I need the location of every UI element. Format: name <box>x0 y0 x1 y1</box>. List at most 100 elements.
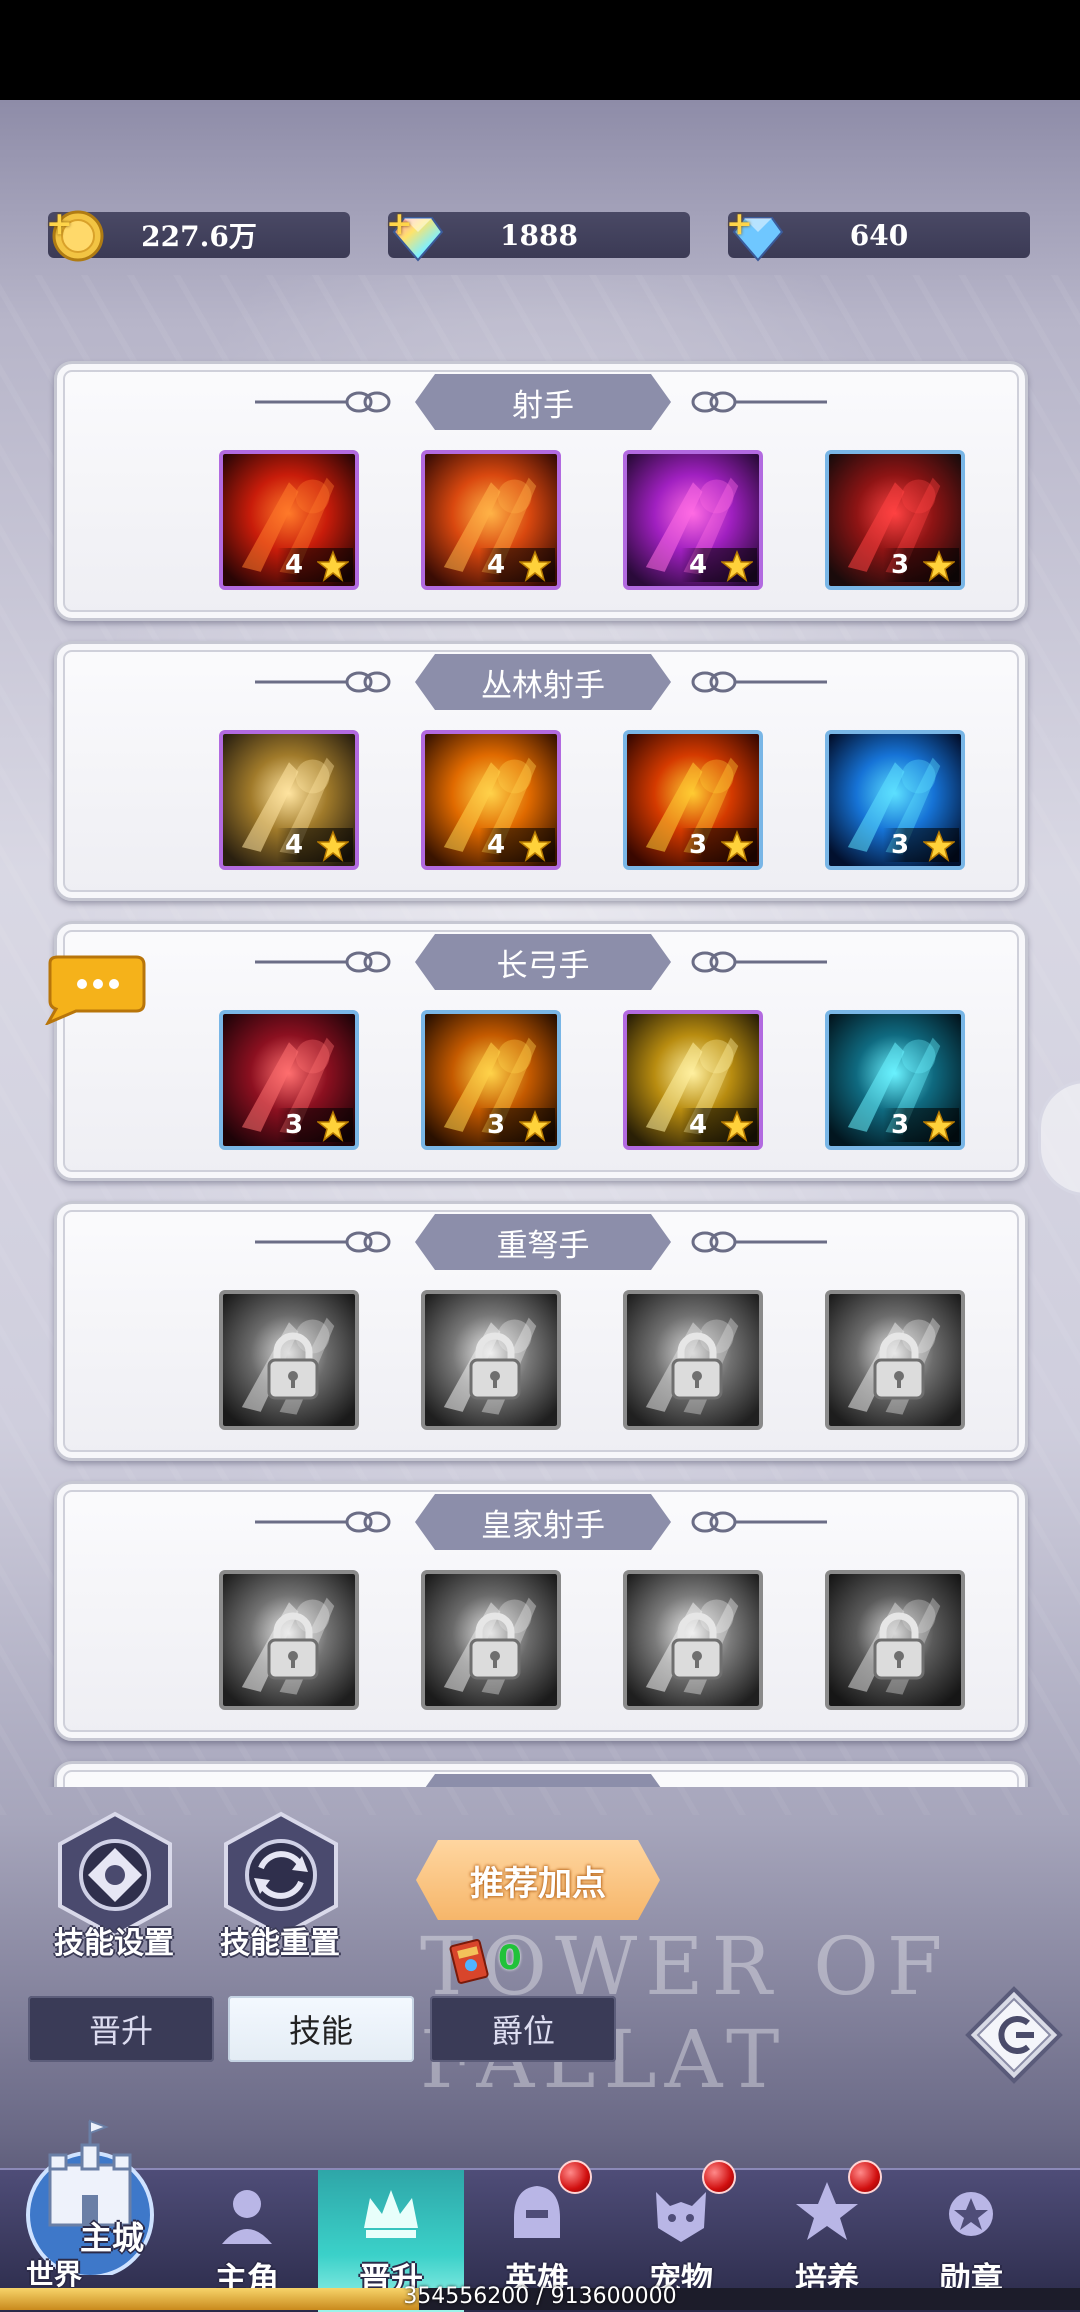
status-bar <box>0 0 1080 100</box>
star-icon <box>721 550 753 582</box>
star-icon <box>721 830 753 862</box>
lock-icon <box>267 1332 319 1400</box>
currency-gold[interactable]: +227.6万 <box>46 204 350 262</box>
skill-slot[interactable] <box>825 1570 965 1710</box>
category-header: 皇家射手 <box>57 1494 1025 1550</box>
skill-slot[interactable]: 3 <box>623 730 763 870</box>
currency-value: 640 <box>849 218 909 252</box>
skill-book-icon <box>449 1939 489 1984</box>
category-title: 皇家射手 <box>415 1494 671 1550</box>
notification-badge <box>848 2160 882 2194</box>
notification-badge <box>702 2160 736 2194</box>
exp-text: 354556200 / 913600000 <box>403 2284 677 2309</box>
skill-row: 3343 <box>163 1010 965 1156</box>
currency-value: 1888 <box>500 218 578 252</box>
lock-icon <box>469 1612 521 1680</box>
ornament-icon <box>255 1231 391 1253</box>
skill-slot[interactable] <box>623 1290 763 1430</box>
tab-skills[interactable]: 技能 <box>228 1996 414 2062</box>
star-icon <box>317 830 349 862</box>
currency-rainbow-gem[interactable]: +1888 <box>386 204 690 262</box>
ornament-icon <box>691 1231 827 1253</box>
star-icon <box>721 1110 753 1142</box>
category-header: 丛林射手 <box>57 654 1025 710</box>
skill-slot[interactable] <box>421 1570 561 1710</box>
tab-promotion[interactable]: 晋升 <box>28 1996 214 2062</box>
tab-title[interactable]: 爵位 <box>430 1996 616 2062</box>
star-icon <box>519 550 551 582</box>
skill-category-card: 长弓手 3 3 4 3 <box>54 921 1028 1181</box>
category-title: 丛林射手 <box>415 654 671 710</box>
skill-slot[interactable]: 3 <box>219 1010 359 1150</box>
lock-icon <box>671 1612 723 1680</box>
ornament-icon <box>255 671 391 693</box>
hero-portrait-icon <box>222 2190 272 2244</box>
category-header: 重弩手 <box>57 1214 1025 1270</box>
switch-view-icon[interactable] <box>964 1985 1064 2085</box>
star-icon <box>317 550 349 582</box>
category-title: 射手 <box>415 374 671 430</box>
medal-icon <box>949 2192 993 2236</box>
skill-slot[interactable] <box>219 1290 359 1430</box>
lock-icon <box>671 1332 723 1400</box>
skill-slot[interactable] <box>219 1570 359 1710</box>
skill-row <box>163 1570 965 1716</box>
ornament-icon <box>255 391 391 413</box>
promotion-crown-icon <box>364 2190 418 2238</box>
lock-icon <box>873 1332 925 1400</box>
category-title: 长弓手 <box>415 934 671 990</box>
chat-bubble-icon[interactable] <box>36 955 146 1025</box>
skill-slot[interactable]: 4 <box>623 1010 763 1150</box>
skill-category-card: 重弩手 <box>54 1201 1028 1461</box>
currency-value: 227.6万 <box>141 220 257 253</box>
currency-blue-gem[interactable]: +640 <box>726 204 1030 262</box>
skill-slot[interactable]: 4 <box>421 730 561 870</box>
skill-category-card: 皇家射手 <box>54 1481 1028 1741</box>
skill-slot[interactable] <box>623 1570 763 1710</box>
main-city-label: 主城 <box>80 2219 145 2257</box>
main-city-button[interactable]: 主城 世界 <box>0 2105 176 2310</box>
skill-reset-label[interactable]: 技能重置 <box>220 1918 340 1962</box>
skill-slot[interactable]: 3 <box>421 1010 561 1150</box>
skill-slot[interactable]: 4 <box>219 450 359 590</box>
skill-book-count: 0 <box>498 1938 522 1978</box>
skill-slot[interactable]: 3 <box>825 1010 965 1150</box>
add-currency-icon[interactable]: + <box>46 204 73 242</box>
lock-icon <box>469 1332 521 1400</box>
ornament-icon <box>691 671 827 693</box>
ornament-icon <box>255 1511 391 1533</box>
ornament-icon <box>691 951 827 973</box>
add-currency-icon[interactable]: + <box>386 204 413 242</box>
star-icon <box>317 1110 349 1142</box>
skill-slot[interactable]: 4 <box>421 450 561 590</box>
star-icon <box>923 1110 955 1142</box>
skill-slot[interactable]: 3 <box>825 730 965 870</box>
ornament-icon <box>691 391 827 413</box>
category-title-ribbon <box>415 1774 671 1787</box>
skill-settings-label[interactable]: 技能设置 <box>54 1918 174 1962</box>
skill-list[interactable]: 射手 4 4 4 3 丛林射手 4 4 3 3 长弓手 3 3 4 3 重弩手 皇家射手 <box>0 355 1080 1787</box>
skill-slot[interactable] <box>825 1290 965 1430</box>
skill-row: 4433 <box>163 730 965 876</box>
skill-category-card: 丛林射手 4 4 3 3 <box>54 641 1028 901</box>
skill-row <box>163 1290 965 1436</box>
notification-badge <box>558 2160 592 2194</box>
skill-slot[interactable]: 3 <box>825 450 965 590</box>
category-header <box>57 1774 1025 1787</box>
lock-icon <box>873 1612 925 1680</box>
skill-slot[interactable]: 4 <box>219 730 359 870</box>
add-currency-icon[interactable]: + <box>726 204 753 242</box>
ornament-icon <box>255 951 391 973</box>
ornament-icon <box>691 1511 827 1533</box>
lock-icon <box>267 1612 319 1680</box>
category-header: 射手 <box>57 374 1025 430</box>
skill-slot[interactable]: 4 <box>623 450 763 590</box>
star-icon <box>923 830 955 862</box>
star-icon <box>923 550 955 582</box>
star-icon <box>519 830 551 862</box>
recommend-points-button[interactable]: 推荐加点 <box>416 1840 660 1920</box>
skill-category-card: 射手 4 4 4 3 <box>54 361 1028 621</box>
skill-row: 4443 <box>163 450 965 596</box>
category-title: 重弩手 <box>415 1214 671 1270</box>
skill-slot[interactable] <box>421 1290 561 1430</box>
